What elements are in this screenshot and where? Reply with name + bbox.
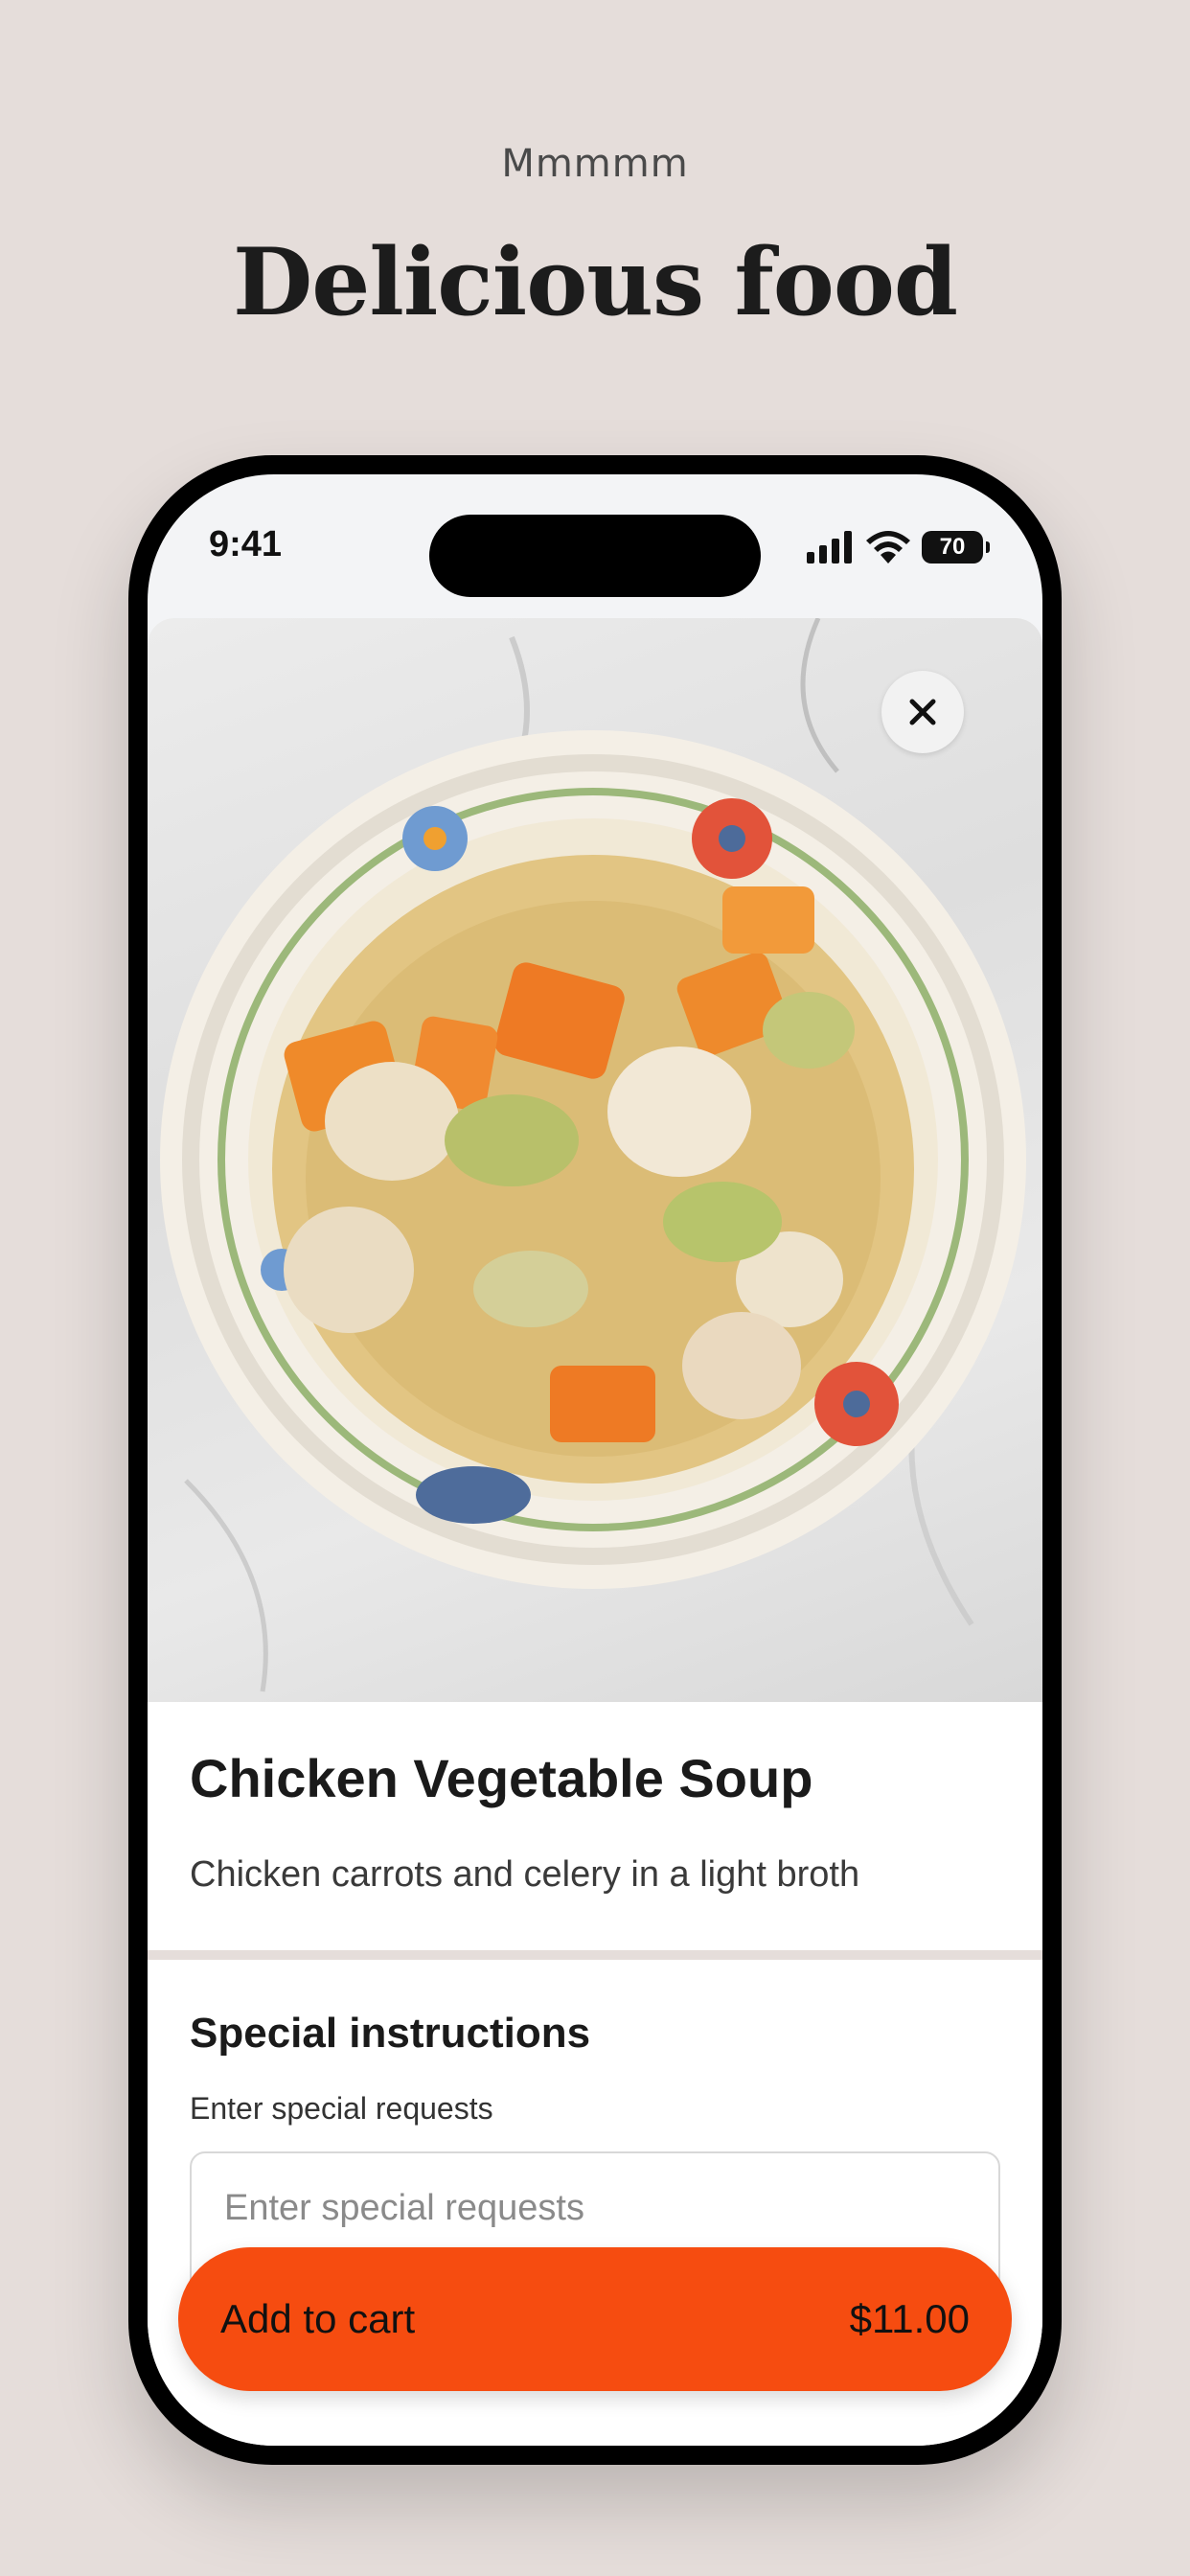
status-time: 9:41: [209, 524, 283, 564]
item-price: $11.00: [849, 2296, 970, 2341]
close-icon: [909, 699, 936, 725]
wifi-icon: [866, 531, 910, 564]
phone-frame: 9:41 70 Chicken Vegetable Soup Chicken c…: [128, 455, 1062, 2465]
add-to-cart-button[interactable]: Add to cart $11.00: [178, 2247, 1012, 2391]
item-detail-sheet: Chicken Vegetable Soup Chicken carrots a…: [148, 618, 1042, 2446]
soup-bowl-illustration: [160, 618, 1026, 1692]
status-indicators: 70: [807, 528, 990, 566]
page-headline: Delicious food: [233, 228, 958, 336]
dynamic-island: [429, 515, 761, 597]
section-divider: [148, 1950, 1042, 1960]
battery-icon: 70: [922, 531, 990, 564]
item-title: Chicken Vegetable Soup: [190, 1748, 813, 1808]
page-eyebrow: Mmmmm: [501, 142, 689, 186]
chicken-vegetable-soup-photo: [148, 618, 1042, 1702]
add-to-cart-label: Add to cart: [220, 2296, 416, 2341]
item-description: Chicken carrots and celery in a light br…: [190, 1854, 860, 1895]
special-instructions-label: Enter special requests: [190, 2091, 493, 2126]
phone-screen: 9:41 70 Chicken Vegetable Soup Chicken c…: [148, 474, 1042, 2446]
special-instructions-title: Special instructions: [190, 2010, 591, 2057]
close-button[interactable]: [881, 671, 964, 753]
cellular-signal-icon: [807, 531, 852, 564]
